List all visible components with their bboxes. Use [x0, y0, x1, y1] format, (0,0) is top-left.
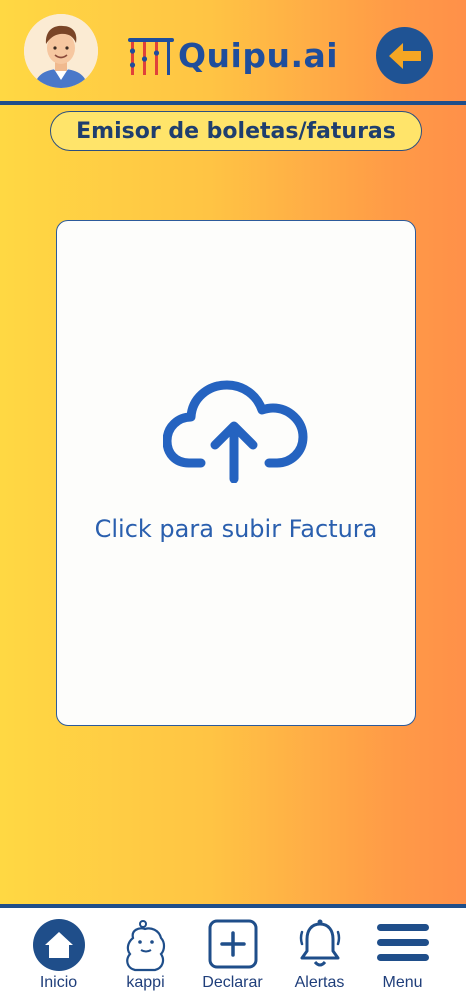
bell-icon [299, 919, 340, 967]
nav-label: Menu [382, 974, 423, 991]
hamburger-icon [376, 924, 429, 961]
home-icon [32, 919, 85, 971]
logo-text: Quipu.ai [178, 35, 339, 75]
capybara-icon [125, 920, 165, 972]
nav-label: Alertas [294, 974, 345, 991]
upload-invoice-button[interactable]: Click para subir Factura [56, 220, 416, 726]
avatar[interactable] [24, 14, 98, 88]
nav-divider [0, 904, 466, 908]
arrow-left-icon [388, 42, 421, 69]
upload-label: Click para subir Factura [94, 515, 378, 543]
nav-item-kappi[interactable]: kappi [99, 914, 192, 1004]
header-divider [0, 101, 466, 105]
nav-item-menu[interactable]: Menu [356, 914, 449, 1004]
nav-item-alertas[interactable]: Alertas [273, 914, 366, 1004]
nav-item-declarar[interactable]: Declarar [186, 914, 279, 1004]
plus-square-icon [208, 919, 257, 969]
nav-label: Declarar [202, 974, 263, 991]
app-logo: Quipu.ai [128, 32, 338, 78]
bottom-nav: Inicio kappi Declarar Alertas Menu [0, 904, 466, 1008]
back-button[interactable] [376, 27, 433, 84]
avatar-illustration [24, 14, 98, 88]
nav-label: Inicio [39, 974, 78, 991]
cloud-upload-icon [163, 380, 308, 483]
app-header: Quipu.ai [0, 0, 466, 102]
page-title: Emisor de boletas/faturas [50, 111, 422, 151]
nav-label: kappi [126, 974, 165, 991]
abacus-icon [128, 38, 174, 75]
nav-item-inicio[interactable]: Inicio [12, 914, 105, 1004]
